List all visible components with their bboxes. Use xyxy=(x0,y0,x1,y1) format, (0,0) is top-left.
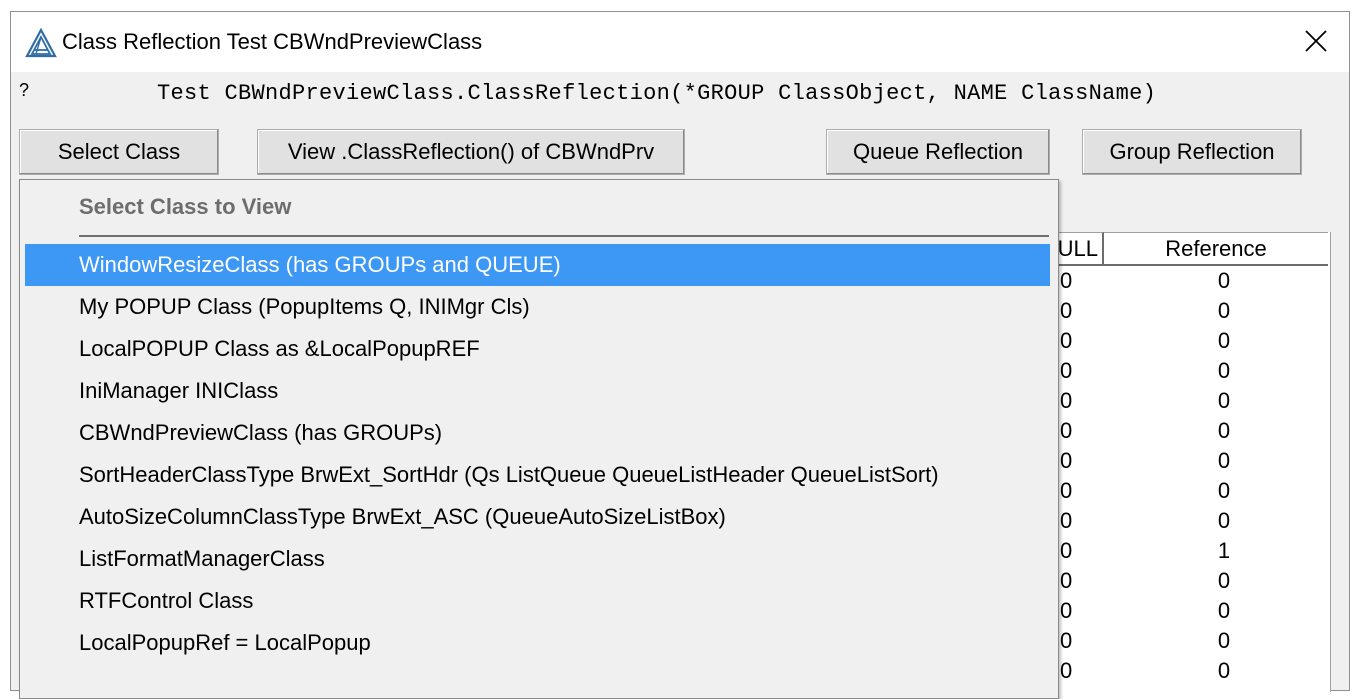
cell-null: 0 xyxy=(1060,658,1073,683)
table-row[interactable]: 01 xyxy=(1012,538,1328,568)
cell-reference: 0 xyxy=(1217,568,1231,593)
cell-reference: 0 xyxy=(1217,388,1231,413)
cell-null: 0 xyxy=(1060,418,1073,443)
cell-null: 0 xyxy=(1060,598,1073,623)
table-row[interactable]: 00 xyxy=(1012,568,1328,598)
cell-reference: 0 xyxy=(1217,448,1231,473)
cell-null: 0 xyxy=(1060,388,1073,413)
cell-null: 0 xyxy=(1060,328,1073,353)
reflection-list[interactable]: ULL Reference 00000000000000000001000000… xyxy=(1011,232,1331,692)
menu-item[interactable]: RTFControl Class xyxy=(25,580,1050,622)
app-logo-icon xyxy=(25,27,57,58)
table-row[interactable]: 00 xyxy=(1012,298,1328,328)
table-row[interactable]: 00 xyxy=(1012,268,1328,298)
view-reflection-button[interactable]: View .ClassReflection() of CBWndPrv xyxy=(257,129,685,175)
cell-reference: 0 xyxy=(1217,658,1231,683)
popup-title: Select Class to View xyxy=(79,194,292,219)
cell-null: 0 xyxy=(1060,628,1073,653)
cell-null: 0 xyxy=(1060,568,1073,593)
cell-null: 0 xyxy=(1060,268,1073,293)
cell-reference: 0 xyxy=(1217,298,1231,323)
close-icon xyxy=(1305,30,1327,52)
menu-item[interactable]: CBWndPreviewClass (has GROUPs) xyxy=(25,412,1050,454)
cell-reference: 0 xyxy=(1217,508,1231,533)
cell-reference: 0 xyxy=(1217,358,1231,383)
select-class-popup-menu[interactable]: Select Class to View WindowResizeClass (… xyxy=(19,179,1059,699)
table-row[interactable]: 00 xyxy=(1012,328,1328,358)
cell-null: 0 xyxy=(1060,538,1073,563)
popup-separator xyxy=(79,235,1049,237)
select-class-button[interactable]: Select Class xyxy=(19,129,219,175)
cell-null: 0 xyxy=(1060,448,1073,473)
cell-null: 0 xyxy=(1060,508,1073,533)
table-row[interactable]: 00 xyxy=(1012,418,1328,448)
cell-null: 0 xyxy=(1060,298,1073,323)
cell-null: 0 xyxy=(1060,358,1073,383)
window-title: Class Reflection Test CBWndPreviewClass xyxy=(62,29,483,54)
cell-reference: 0 xyxy=(1217,268,1231,293)
column-header-reference[interactable]: Reference xyxy=(1104,232,1328,266)
help-mark: ? xyxy=(19,80,30,100)
dialog-window: Class Reflection Test CBWndPreviewClass … xyxy=(10,11,1350,699)
menu-item[interactable]: SortHeaderClassType BrwExt_SortHdr (Qs L… xyxy=(25,454,1050,496)
menu-item[interactable]: WindowResizeClass (has GROUPs and QUEUE) xyxy=(25,244,1050,286)
table-row[interactable]: 00 xyxy=(1012,658,1328,688)
menu-item[interactable]: ListFormatManagerClass xyxy=(25,538,1050,580)
cell-reference: 0 xyxy=(1217,478,1231,503)
table-row[interactable]: 00 xyxy=(1012,598,1328,628)
menu-item[interactable]: AutoSizeColumnClassType BrwExt_ASC (Queu… xyxy=(25,496,1050,538)
table-row[interactable]: 00 xyxy=(1012,358,1328,388)
queue-reflection-button[interactable]: Queue Reflection xyxy=(826,129,1050,175)
menu-item[interactable]: My POPUP Class (PopupItems Q, INIMgr Cls… xyxy=(25,286,1050,328)
menu-item[interactable]: LocalPOPUP Class as &LocalPopupREF xyxy=(25,328,1050,370)
group-reflection-button[interactable]: Group Reflection xyxy=(1082,129,1302,175)
cell-reference: 1 xyxy=(1217,538,1231,563)
table-row[interactable]: 00 xyxy=(1012,448,1328,478)
title-bar[interactable]: Class Reflection Test CBWndPreviewClass xyxy=(11,12,1349,72)
cell-reference: 0 xyxy=(1217,418,1231,443)
cell-reference: 0 xyxy=(1217,628,1231,653)
cell-reference: 0 xyxy=(1217,598,1231,623)
table-row[interactable]: 00 xyxy=(1012,388,1328,418)
test-prompt-text: Test CBWndPreviewClass.ClassReflection(*… xyxy=(157,81,1157,106)
table-row[interactable]: 00 xyxy=(1012,478,1328,508)
menu-item[interactable]: LocalPopupRef = LocalPopup xyxy=(25,622,1050,664)
cell-null: 0 xyxy=(1060,478,1073,503)
menu-item[interactable]: IniManager INIClass xyxy=(25,370,1050,412)
table-row[interactable]: 00 xyxy=(1012,508,1328,538)
cell-reference: 0 xyxy=(1217,328,1231,353)
table-row[interactable]: 00 xyxy=(1012,628,1328,658)
close-button[interactable] xyxy=(1283,12,1349,72)
